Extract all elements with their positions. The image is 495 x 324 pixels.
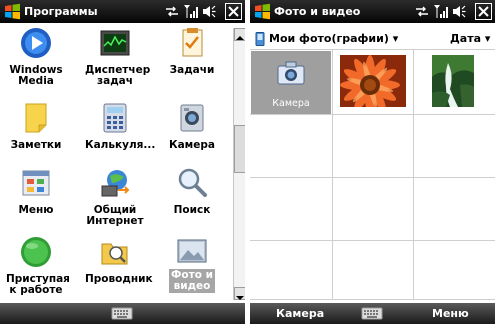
photo-thumbnail-waterfall[interactable] bbox=[432, 55, 474, 107]
phone-folder-icon bbox=[255, 32, 265, 46]
program-search[interactable]: Поиск bbox=[162, 166, 222, 216]
arrow-up-icon bbox=[236, 36, 244, 40]
program-internet-sharing[interactable]: Общий Интернет bbox=[85, 166, 145, 227]
connectivity-icon[interactable] bbox=[415, 5, 429, 18]
program-label: задач bbox=[97, 75, 133, 87]
photos-videos-screen: Фото и видео Мои фото(графии) ▾ Дата ▾ К… bbox=[250, 0, 495, 324]
program-label: видео bbox=[173, 280, 211, 292]
program-camera[interactable]: Камера bbox=[162, 101, 222, 151]
notes-icon bbox=[25, 103, 47, 133]
page-title: Программы bbox=[24, 5, 98, 18]
close-icon bbox=[478, 6, 489, 17]
scroll-down-button[interactable] bbox=[234, 287, 245, 300]
volume-icon[interactable] bbox=[202, 5, 216, 18]
grid-line bbox=[332, 50, 333, 300]
camera-tile-label: Камера bbox=[272, 98, 310, 109]
page-title: Фото и видео bbox=[274, 5, 361, 18]
sort-dropdown[interactable]: Дата ▾ bbox=[450, 32, 490, 45]
program-photos-videos[interactable]: Фото и видео bbox=[162, 235, 222, 293]
vertical-scrollbar[interactable] bbox=[233, 28, 245, 300]
search-icon bbox=[178, 168, 207, 197]
program-label: Меню bbox=[18, 204, 54, 216]
scroll-thumb[interactable] bbox=[234, 125, 245, 173]
grid-line bbox=[250, 114, 495, 115]
program-notes[interactable]: Заметки bbox=[6, 101, 66, 151]
folder-dropdown[interactable]: Мои фото(графии) ▾ bbox=[269, 32, 398, 45]
keyboard-icon[interactable] bbox=[361, 306, 383, 321]
program-label: Проводник bbox=[85, 273, 153, 285]
selected-label-box: Фото и видео bbox=[169, 269, 215, 293]
programs-screen: Программы Windows Media Диспетчер задач … bbox=[0, 0, 245, 324]
grid-line bbox=[413, 50, 414, 300]
grid-line bbox=[250, 177, 495, 178]
task-manager-icon bbox=[100, 30, 130, 56]
program-getting-started[interactable]: Приступая к работе bbox=[6, 235, 70, 296]
photo-grid: Камера bbox=[250, 50, 495, 300]
signal-icon[interactable] bbox=[184, 4, 198, 19]
program-label: Задачи bbox=[169, 64, 215, 76]
title-bar: Фото и видео bbox=[250, 0, 495, 23]
camera-icon bbox=[180, 104, 204, 132]
menu-icon bbox=[22, 170, 50, 196]
title-bar: Программы bbox=[0, 0, 245, 23]
close-icon bbox=[228, 6, 239, 17]
grid-line bbox=[250, 240, 495, 241]
photo-toolbar: Мои фото(графии) ▾ Дата ▾ bbox=[250, 28, 495, 50]
menu-bar: Камера Меню bbox=[250, 303, 495, 324]
windows-start-icon[interactable] bbox=[4, 3, 21, 20]
photos-videos-icon bbox=[177, 239, 207, 263]
program-label: Интернет bbox=[86, 215, 144, 227]
program-menu[interactable]: Меню bbox=[6, 166, 66, 216]
arrow-down-icon bbox=[236, 296, 244, 300]
program-label: Заметки bbox=[10, 139, 62, 151]
signal-icon[interactable] bbox=[434, 4, 448, 19]
connectivity-icon[interactable] bbox=[165, 5, 179, 18]
windows-media-icon bbox=[21, 28, 51, 58]
internet-sharing-icon bbox=[101, 170, 130, 197]
close-button[interactable] bbox=[225, 3, 242, 20]
soft-key-left-camera[interactable]: Камера bbox=[276, 307, 324, 320]
close-button[interactable] bbox=[475, 3, 492, 20]
scroll-up-button[interactable] bbox=[234, 28, 245, 41]
calculator-icon bbox=[103, 103, 127, 133]
tasks-icon bbox=[182, 28, 203, 57]
program-calculator[interactable]: Калькуля... bbox=[85, 101, 156, 151]
getting-started-icon bbox=[21, 237, 51, 267]
camera-icon bbox=[277, 61, 305, 85]
program-label: к работе bbox=[9, 284, 63, 296]
file-explorer-icon bbox=[101, 243, 128, 265]
menu-bar bbox=[0, 303, 245, 324]
keyboard-icon[interactable] bbox=[111, 306, 133, 321]
soft-key-right-menu[interactable]: Меню bbox=[432, 307, 469, 320]
program-label: Камера bbox=[169, 139, 215, 151]
program-tasks[interactable]: Задачи bbox=[162, 26, 222, 76]
windows-start-icon[interactable] bbox=[254, 3, 271, 20]
program-windows-media[interactable]: Windows Media bbox=[6, 26, 66, 87]
volume-icon[interactable] bbox=[452, 5, 466, 18]
photo-thumbnail-flower[interactable] bbox=[340, 55, 406, 107]
program-label: Поиск bbox=[173, 204, 211, 216]
program-task-manager[interactable]: Диспетчер задач bbox=[85, 26, 150, 87]
camera-tile[interactable]: Камера bbox=[251, 51, 331, 114]
program-label: Калькуля... bbox=[85, 139, 156, 151]
program-file-explorer[interactable]: Проводник bbox=[85, 235, 153, 285]
program-label: Media bbox=[18, 75, 54, 87]
